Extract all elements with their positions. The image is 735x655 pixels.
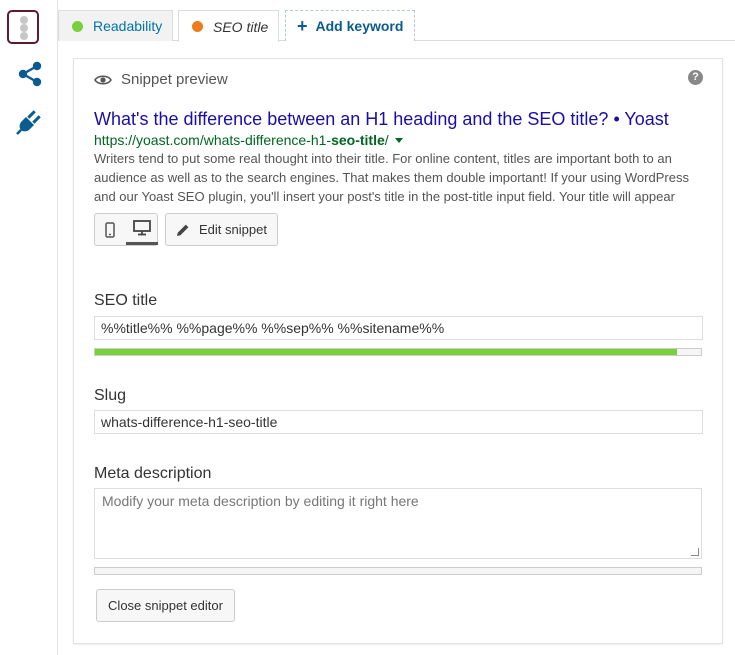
edit-snippet-label: Edit snippet bbox=[199, 222, 267, 237]
meta-description-label: Meta description bbox=[94, 465, 212, 482]
plus-icon: + bbox=[297, 16, 308, 36]
tab-bar: Readability SEO title + Add keyword bbox=[58, 10, 735, 42]
plug-icon[interactable] bbox=[16, 107, 44, 135]
snippet-panel: Snippet preview ? What's the difference … bbox=[73, 58, 723, 644]
snippet-preview-header: Snippet preview bbox=[94, 71, 228, 88]
tab-seo-title[interactable]: SEO title bbox=[178, 10, 279, 42]
tab-seo-title-label: SEO title bbox=[213, 18, 269, 35]
serp-title[interactable]: What's the difference between an H1 head… bbox=[94, 109, 694, 130]
desktop-icon bbox=[133, 220, 151, 236]
edit-snippet-button[interactable]: Edit snippet bbox=[165, 213, 278, 246]
serp-url-prefix: https://yoast.com/whats-difference-h1- bbox=[94, 132, 332, 148]
share-icon[interactable] bbox=[17, 61, 43, 87]
serp-url-suffix: / bbox=[384, 132, 389, 148]
seo-title-label: SEO title bbox=[94, 292, 158, 309]
tab-readability-label: Readability bbox=[93, 18, 163, 34]
traffic-light-icon[interactable] bbox=[7, 10, 39, 44]
mobile-preview-button[interactable] bbox=[95, 214, 125, 245]
eye-icon bbox=[94, 74, 112, 85]
status-bullet-orange bbox=[192, 21, 203, 32]
preview-mode-toggle bbox=[94, 213, 158, 246]
serp-url-keyword: seo-title bbox=[331, 132, 385, 148]
help-icon[interactable]: ? bbox=[688, 70, 703, 85]
status-bullet-green bbox=[72, 20, 83, 32]
tab-add-keyword-label: Add keyword bbox=[315, 18, 404, 34]
serp-description[interactable]: Writers tend to put some real thought in… bbox=[94, 149, 704, 206]
tab-add-keyword[interactable]: + Add keyword bbox=[285, 10, 415, 41]
seo-title-length-bar bbox=[94, 348, 702, 356]
serp-url: https://yoast.com/whats-difference-h1- se… bbox=[94, 132, 403, 148]
meta-description-input[interactable]: Modify your meta description by editing … bbox=[94, 488, 702, 559]
close-snippet-editor-button[interactable]: Close snippet editor bbox=[96, 589, 235, 622]
desktop-preview-button[interactable] bbox=[126, 214, 158, 245]
seo-title-length-fill bbox=[95, 349, 677, 355]
tab-readability[interactable]: Readability bbox=[58, 10, 173, 41]
meta-description-placeholder: Modify your meta description by editing … bbox=[102, 493, 419, 509]
slug-label: Slug bbox=[94, 387, 127, 404]
caret-down-icon bbox=[394, 137, 403, 143]
mobile-icon bbox=[105, 221, 115, 238]
slug-input[interactable]: whats-difference-h1-seo-title bbox=[94, 410, 703, 434]
sidebar-rail bbox=[0, 0, 58, 655]
snippet-preview-heading: Snippet preview bbox=[121, 71, 228, 88]
meta-description-length-bar bbox=[94, 567, 702, 575]
seo-title-input[interactable]: %%title%% %%page%% %%sep%% %%sitename%% bbox=[94, 316, 703, 340]
resize-grip-icon[interactable] bbox=[691, 548, 699, 556]
pencil-icon bbox=[177, 224, 189, 236]
